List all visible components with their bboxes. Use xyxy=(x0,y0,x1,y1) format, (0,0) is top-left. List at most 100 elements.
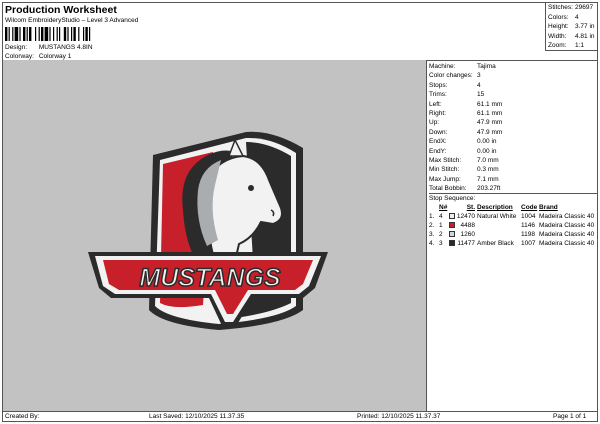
row-code: 1198 xyxy=(521,231,535,239)
machine-row: Stops: 4 xyxy=(429,81,597,90)
machine-row: EndY: 0.00 in xyxy=(429,147,597,156)
machine-row-label: Total Bobbin: xyxy=(429,185,467,193)
row-brand: Madeira Classic 40 xyxy=(539,231,595,239)
barcode-bar xyxy=(63,27,67,41)
machine-row-label: Up: xyxy=(429,119,440,127)
footer: Created By: Last Saved: 12/10/2025 11.37… xyxy=(3,411,597,422)
machine-row-label: Machine: xyxy=(429,63,456,70)
design-value: MUSTANGS 4.8IN xyxy=(38,44,93,51)
table-row: 2. 1 4488 1146 Madeira Classic 40 xyxy=(429,221,597,230)
row-stitches-cell: 4488 xyxy=(449,221,477,230)
table-row: 1. 4 12470 Natural White 1004 Madeira Classic… xyxy=(429,212,597,221)
barcode-bar xyxy=(5,27,8,41)
design-stats: Stitches: 29697 Colors: 4 Height: 3.77 in W… xyxy=(545,3,597,51)
horse-eye xyxy=(248,185,254,191)
machine-row-value: Tajima xyxy=(477,63,496,70)
row-stitches-cell: 1260 xyxy=(449,230,477,239)
machine-row-value: 0.3 mm xyxy=(477,166,499,174)
barcode-bar xyxy=(19,27,21,41)
software-name: Wilcom EmbroideryStudio – Level 3 Advanc… xyxy=(5,17,139,24)
col-brand: Brand xyxy=(539,204,558,212)
worksheet: Production Worksheet Wilcom EmbroiderySt… xyxy=(2,2,598,422)
machine-row: Down: 47.9 mm xyxy=(429,128,597,137)
machine-row-value: 15 xyxy=(477,91,485,99)
width-label: Width: xyxy=(548,32,567,40)
machine-row: Min Stitch: 0.3 mm xyxy=(429,165,597,174)
machine-row: Machine: Tajima xyxy=(429,62,597,71)
machine-row-label: Color changes: xyxy=(429,72,473,80)
stop-sequence-title: Stop Sequence: xyxy=(429,195,476,203)
stop-sequence-table: N# St. Description Code Brand 1. 4 12470 Na… xyxy=(429,203,597,248)
row-code: 1004 xyxy=(521,213,536,221)
machine-row-value: 47.9 mm xyxy=(477,128,503,136)
height-value: 3.77 in xyxy=(575,23,595,31)
barcode-bar xyxy=(73,27,76,41)
row-description xyxy=(477,230,521,239)
machine-row-value: 0.00 in xyxy=(477,138,497,146)
design-label: Design: xyxy=(5,44,28,51)
machine-row-label: Trims: xyxy=(429,91,447,99)
table-row: 3. 2 1260 1198 Madeira Classic 40 xyxy=(429,230,597,239)
barcode-bar xyxy=(44,27,49,41)
machine-row: Max Stitch: 7.0 mm xyxy=(429,156,597,165)
barcode-bar xyxy=(26,27,28,41)
barcode-bar xyxy=(8,27,10,41)
row-description: Natural White xyxy=(477,213,517,221)
col-description: Description xyxy=(477,204,513,212)
zoom-label: Zoom: xyxy=(548,42,567,50)
barcode-bar xyxy=(41,27,44,41)
banner-text: MUSTANGS xyxy=(139,264,281,292)
machine-row: Max Jump: 7.1 mm xyxy=(429,175,597,184)
machine-row-value: 47.9 mm xyxy=(477,119,503,127)
barcode-bar xyxy=(56,27,58,41)
stitches-label: Stitches: xyxy=(548,4,573,11)
machine-row-label: Down: xyxy=(429,128,448,136)
machine-row: Left: 61.1 mm xyxy=(429,100,597,109)
design-preview: MUSTANGS xyxy=(3,60,427,411)
page-title: Production Worksheet xyxy=(5,4,117,16)
width-value: 4.81 in xyxy=(575,32,595,40)
machine-row-label: Stops: xyxy=(429,81,448,89)
barcode-bar xyxy=(67,27,69,41)
barcode-bar xyxy=(35,27,37,41)
height-label: Height: xyxy=(548,23,569,31)
color-swatch xyxy=(449,213,455,220)
row-brand: Madeira Classic 40 xyxy=(539,213,595,221)
row-n: 2 xyxy=(439,231,443,239)
stitches-value: 29697 xyxy=(575,4,594,11)
barcode-bar xyxy=(78,27,80,41)
barcode-bar xyxy=(83,27,85,41)
colors-value: 4 xyxy=(575,13,579,21)
zoom-value: 1:1 xyxy=(575,42,585,50)
row-index: 3. xyxy=(429,231,435,239)
color-swatch xyxy=(449,222,455,229)
machine-rows: Machine: Tajima Color changes: 3 Stops: 4 Trim… xyxy=(429,62,597,193)
machine-row: Right: 61.1 mm xyxy=(429,109,597,118)
barcode-bar xyxy=(89,27,91,41)
machine-row-value: 61.1 mm xyxy=(477,100,503,108)
last-saved: Last Saved: 12/10/2025 11.37.35 xyxy=(149,413,245,420)
printed-date: Printed: 12/10/2025 11.37.37 xyxy=(357,413,441,420)
machine-row: Trims: 15 xyxy=(429,90,597,99)
mustangs-logo: MUSTANGS xyxy=(88,131,328,330)
row-description: Amber Black xyxy=(477,240,514,248)
colorway-row: Colorway: Colorway 1 xyxy=(5,53,71,60)
row-n: 4 xyxy=(439,213,443,221)
created-by: Created By: xyxy=(5,413,40,420)
design-row: Design: MUSTANGS 4.8IN xyxy=(5,44,93,51)
row-stitches-cell: 12470 xyxy=(449,212,477,221)
machine-row: EndX: 0.00 in xyxy=(429,137,597,146)
barcode-bar xyxy=(71,27,73,41)
barcode-bar xyxy=(85,27,88,41)
machine-info: Machine: Tajima Color changes: 3 Stops: 4 Trim… xyxy=(429,62,597,248)
barcode-bar xyxy=(14,27,19,41)
barcode xyxy=(5,27,91,41)
row-stitches: 4488 xyxy=(460,222,475,230)
row-brand: Madeira Classic 40 xyxy=(539,222,595,230)
row-stitches-cell: 11477 xyxy=(449,239,477,248)
row-code: 1007 xyxy=(521,240,536,248)
color-swatch xyxy=(449,240,455,247)
barcode-bar xyxy=(53,27,55,41)
machine-row-value: 3 xyxy=(477,72,481,80)
barcode-bar xyxy=(38,27,40,41)
